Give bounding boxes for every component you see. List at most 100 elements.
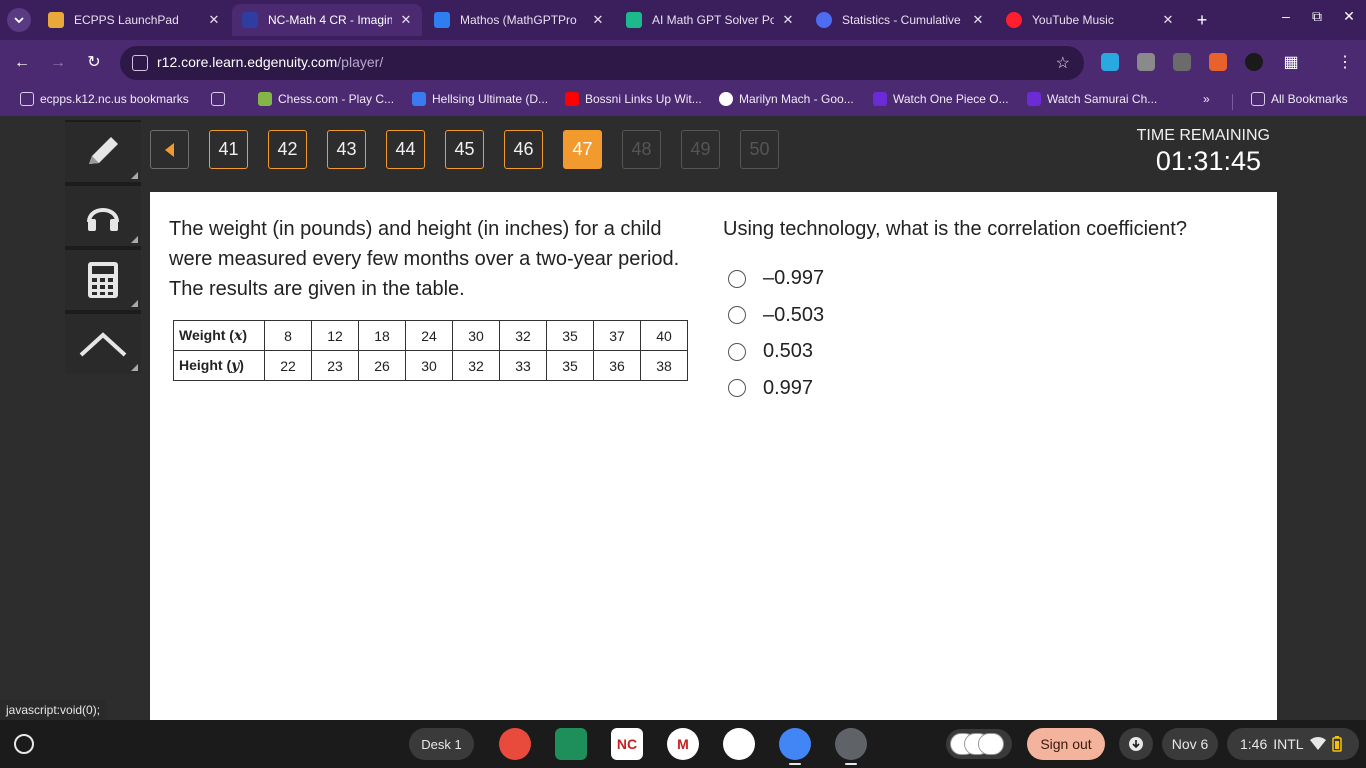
extension-cloud-icon[interactable] — [1101, 53, 1119, 71]
tab-4[interactable]: AI Math GPT Solver Po ✕ — [616, 4, 804, 36]
wifi-icon — [1309, 737, 1326, 750]
edgenuity-icon — [242, 12, 258, 28]
download-status-icon[interactable] — [1119, 728, 1153, 760]
mathgpt-icon — [626, 12, 642, 28]
bookmark-label: Chess.com - Play C... — [278, 92, 395, 106]
question-nav-47[interactable]: 47 — [563, 130, 602, 169]
tab-3[interactable]: Mathos (MathGPTPro ✕ — [424, 4, 614, 36]
radio-button[interactable] — [728, 306, 746, 324]
minimize-icon[interactable]: – — [1276, 8, 1296, 24]
extension-dim-icon[interactable] — [1173, 53, 1191, 71]
weight-cell: 37 — [593, 320, 641, 351]
previous-question-button[interactable] — [150, 130, 189, 169]
chromeos-shelf: Desk 1 NC M Sign out Nov 6 1:46 INTL — [0, 720, 1366, 768]
close-tab-icon[interactable]: ✕ — [780, 12, 796, 28]
radio-button[interactable] — [728, 269, 746, 288]
table-row-height: Height (y) 22 23 26 30 32 33 35 36 38 — [173, 350, 688, 381]
radio-button[interactable] — [728, 342, 746, 361]
question-nav-48: 48 — [622, 130, 661, 169]
holding-space[interactable] — [946, 729, 1012, 759]
calculator-tool[interactable] — [65, 250, 141, 310]
tab-search-button[interactable] — [7, 8, 31, 32]
bookmark-7[interactable]: Watch One Piece O... — [873, 92, 1009, 106]
bookmark-1[interactable]: ecpps.k12.nc.us bookmarks — [20, 92, 189, 106]
tab-title: NC-Math 4 CR - Imagin — [268, 13, 392, 27]
question-nav-43[interactable]: 43 — [327, 130, 366, 169]
bookmark-4[interactable]: Hellsing Ultimate (D... — [412, 92, 548, 106]
tools-panel — [65, 120, 141, 374]
answer-choice-label: 0.503 — [763, 340, 814, 362]
tab-6[interactable]: YouTube Music ✕ — [996, 4, 1184, 36]
question-nav-41[interactable]: 41 — [209, 130, 248, 169]
sign-out-button[interactable]: Sign out — [1027, 728, 1105, 760]
system-tray[interactable]: 1:46 INTL — [1227, 728, 1359, 760]
highlighter-tool[interactable] — [65, 122, 141, 182]
dropdown-corner — [131, 300, 138, 307]
bookmark-label: Watch Samurai Ch... — [1047, 92, 1158, 106]
bookmark-8[interactable]: Watch Samurai Ch... — [1027, 92, 1157, 106]
tab-5[interactable]: Statistics - Cumulative ✕ — [806, 4, 994, 36]
extension-eyes-icon[interactable] — [1245, 53, 1263, 71]
collapse-tools[interactable] — [65, 314, 141, 374]
close-tab-icon[interactable]: ✕ — [206, 12, 222, 28]
clock: 1:46 — [1240, 736, 1268, 752]
close-tab-icon[interactable]: ✕ — [970, 12, 986, 28]
bookmark-6[interactable]: Marilyn Mach - Goo... — [719, 92, 854, 106]
weight-cell: 30 — [452, 320, 500, 351]
answer-choice-1[interactable]: –0.997 — [728, 267, 824, 290]
height-cell: 23 — [311, 350, 359, 381]
close-tab-icon[interactable]: ✕ — [398, 12, 414, 28]
weight-cell: 18 — [358, 320, 406, 351]
tab-1[interactable]: ECPPS LaunchPad ✕ — [38, 4, 230, 36]
close-window-icon[interactable]: ✕ — [1339, 8, 1359, 25]
bookmark-2[interactable] — [211, 92, 231, 106]
nc-test-icon[interactable]: NC — [611, 728, 643, 760]
classroom-icon[interactable] — [555, 728, 587, 760]
play-store-icon[interactable] — [723, 728, 755, 760]
all-bookmarks-button[interactable]: All Bookmarks — [1251, 92, 1348, 106]
time-remaining-value: 01:31:45 — [1155, 146, 1261, 176]
crunchyroll-icon — [1027, 92, 1041, 106]
tab-2[interactable]: NC-Math 4 CR - Imagin ✕ — [232, 4, 422, 36]
question-nav-45[interactable]: 45 — [445, 130, 484, 169]
gmail-icon[interactable]: M — [667, 728, 699, 760]
desk-button[interactable]: Desk 1 — [409, 728, 474, 760]
reload-icon[interactable]: ↻ — [82, 51, 106, 75]
address-bar[interactable]: r12.core.learn.edgenuity.com/player/ ☆ — [120, 46, 1084, 80]
bookmark-3[interactable]: Chess.com - Play C... — [258, 92, 394, 106]
chrome-icon[interactable] — [779, 728, 811, 760]
extension-orange-icon[interactable] — [1209, 53, 1227, 71]
running-indicator — [789, 763, 801, 765]
answer-choice-3[interactable]: 0.503 — [728, 340, 813, 363]
date-tray[interactable]: Nov 6 — [1162, 728, 1218, 760]
settings-icon[interactable] — [835, 728, 867, 760]
question-nav-42[interactable]: 42 — [268, 130, 307, 169]
tab-title: Statistics - Cumulative — [842, 13, 961, 27]
forward-arrow-icon[interactable]: → — [46, 51, 70, 75]
chevron-up-icon — [79, 332, 127, 357]
menu-kebab-icon[interactable]: ⋮ — [1333, 51, 1357, 75]
answer-choice-4[interactable]: 0.997 — [728, 377, 813, 400]
radio-button[interactable] — [728, 379, 746, 397]
bookmark-5[interactable]: Bossni Links Up Wit... — [565, 92, 702, 106]
bookmark-star-icon[interactable]: ☆ — [1056, 53, 1070, 73]
close-tab-icon[interactable]: ✕ — [1160, 12, 1176, 28]
question-content: The weight (in pounds) and height (in in… — [150, 192, 1277, 720]
launcher-icon[interactable] — [14, 734, 34, 754]
question-nav-44[interactable]: 44 — [386, 130, 425, 169]
question-nav-46[interactable]: 46 — [504, 130, 543, 169]
close-tab-icon[interactable]: ✕ — [590, 12, 606, 28]
height-cell: 38 — [640, 350, 688, 381]
audio-tool[interactable] — [65, 186, 141, 246]
chevron-double-right-icon[interactable]: » — [1203, 92, 1210, 106]
extensions-puzzle-icon[interactable]: ▦ — [1279, 51, 1303, 75]
back-arrow-icon[interactable]: ← — [10, 51, 34, 75]
site-info-icon[interactable] — [132, 55, 148, 71]
dropdown-corner — [131, 236, 138, 243]
extension-copy-icon[interactable] — [1137, 53, 1155, 71]
answer-choice-2[interactable]: –0.503 — [728, 304, 824, 327]
canvas-art-icon[interactable] — [499, 728, 531, 760]
maximize-icon[interactable]: ⧉ — [1307, 8, 1327, 25]
running-indicator — [845, 763, 857, 765]
new-tab-button[interactable]: + — [1192, 10, 1212, 30]
